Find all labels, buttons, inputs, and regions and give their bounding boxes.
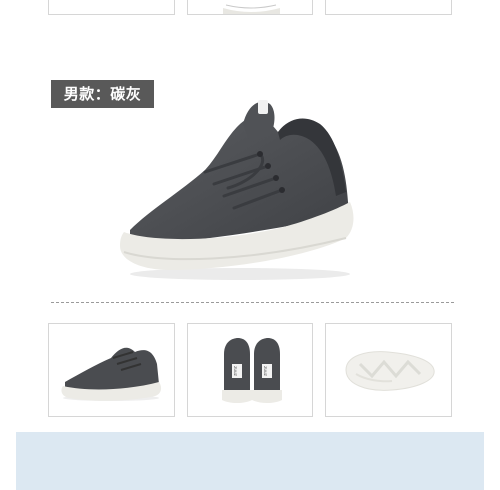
shoe-side-view-image (61, 347, 162, 401)
bottom-banner (16, 432, 484, 490)
shoe-back-view-image: ZUUZ ZUUZ (222, 338, 282, 403)
shoe-sole-edge-image (223, 4, 280, 14)
top-thumbnail-3[interactable] (325, 0, 452, 15)
shoe-sole-view-image (345, 351, 435, 391)
thumbnail-side-view[interactable] (48, 323, 175, 417)
thumbnail-back-view[interactable]: ZUUZ ZUUZ (187, 323, 313, 417)
top-thumbnail-2[interactable] (187, 0, 313, 15)
heel-tab-text-right: ZUUZ (263, 366, 267, 376)
heel-tab-text-left: ZUUZ (233, 366, 237, 376)
section-divider (51, 302, 454, 303)
main-shoe-image (120, 100, 354, 280)
top-thumbnail-1[interactable] (48, 0, 175, 15)
thumbnail-sole-view[interactable] (325, 323, 452, 417)
